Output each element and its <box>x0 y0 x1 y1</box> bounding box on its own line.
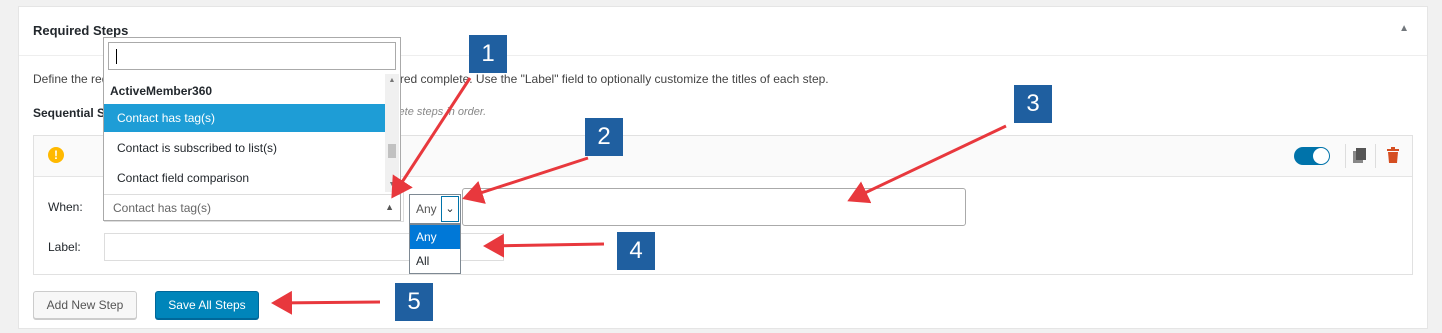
callout-badge-3: 3 <box>1014 85 1052 123</box>
callout-badge-2: 2 <box>585 118 623 156</box>
callout-arrow-3 <box>847 124 1007 204</box>
callout-arrow-4 <box>483 233 605 258</box>
callout-arrow-5 <box>271 290 381 315</box>
callout-badge-1: 1 <box>469 35 507 73</box>
callout-badge-5: 5 <box>395 283 433 321</box>
callout-arrows <box>271 77 1007 315</box>
callout-arrow-1 <box>391 77 472 199</box>
callout-badge-4: 4 <box>617 232 655 270</box>
callout-arrow-2 <box>462 156 589 204</box>
